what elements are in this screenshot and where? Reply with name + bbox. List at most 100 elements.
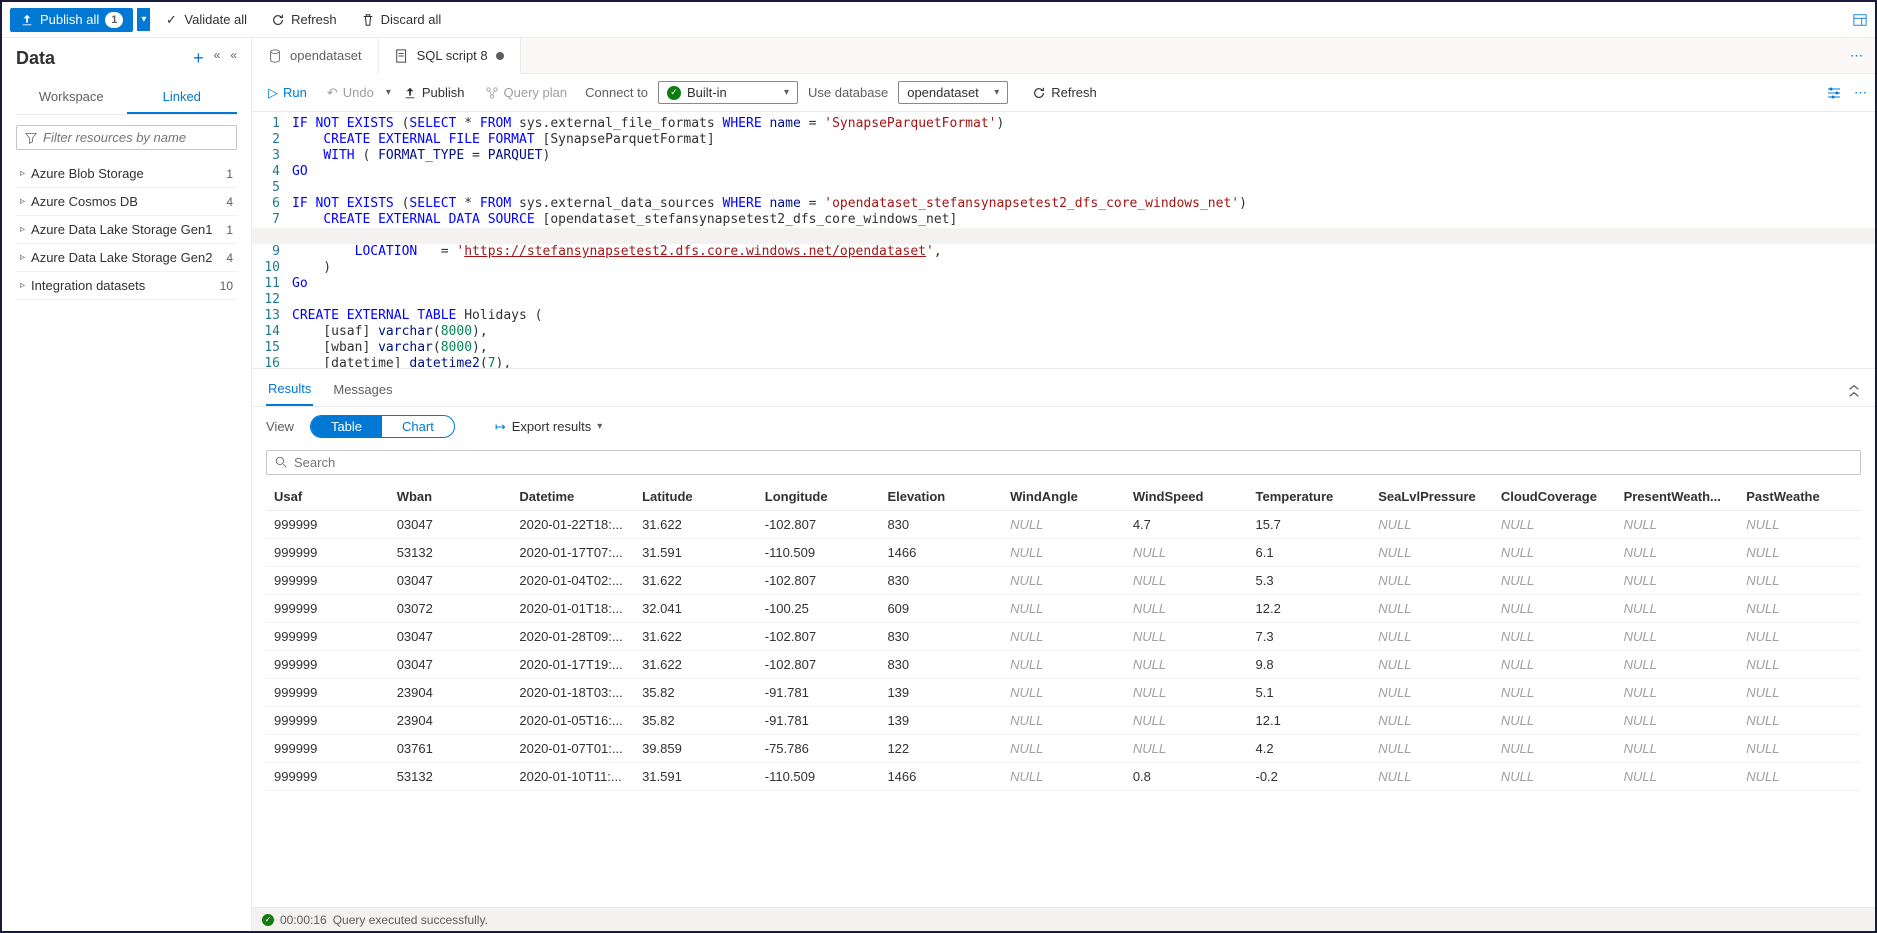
tree-item[interactable]: ▹Azure Cosmos DB4 bbox=[16, 188, 237, 216]
cell-value: 4.7 bbox=[1125, 511, 1248, 539]
table-row[interactable]: 999999030472020-01-28T09:...31.622-102.8… bbox=[266, 623, 1861, 651]
cell-value: 2020-01-22T18:... bbox=[511, 511, 634, 539]
more-icon[interactable]: ⋯ bbox=[1854, 85, 1867, 101]
cell-value: 830 bbox=[879, 511, 1002, 539]
chevron-down-icon: ▾ bbox=[784, 87, 789, 98]
validate-all-label: Validate all bbox=[184, 12, 247, 27]
cell-null: NULL bbox=[1738, 595, 1861, 623]
tab-linked[interactable]: Linked bbox=[127, 81, 238, 114]
undo-button[interactable]: ↶ Undo bbox=[319, 81, 382, 105]
collapse-results-icon[interactable] bbox=[1847, 384, 1861, 398]
tab-sql-script[interactable]: SQL script 8 bbox=[379, 38, 521, 74]
column-header[interactable]: WindAngle bbox=[1002, 483, 1125, 511]
validate-all-button[interactable]: ✓ Validate all bbox=[154, 8, 257, 31]
chevron-down-icon[interactable]: ▾ bbox=[386, 87, 391, 98]
tree-item[interactable]: ▹Integration datasets10 bbox=[16, 272, 237, 300]
success-icon: ✓ bbox=[262, 914, 274, 926]
query-plan-button[interactable]: Query plan bbox=[477, 81, 576, 104]
cell-null: NULL bbox=[1738, 511, 1861, 539]
table-row[interactable]: 999999030472020-01-22T18:...31.622-102.8… bbox=[266, 511, 1861, 539]
cell-value: 2020-01-07T01:... bbox=[511, 735, 634, 763]
results-search-input[interactable] bbox=[294, 455, 1852, 470]
refresh-icon bbox=[271, 13, 285, 27]
column-header[interactable]: CloudCoverage bbox=[1493, 483, 1616, 511]
tab-workspace[interactable]: Workspace bbox=[16, 81, 127, 114]
chevron-down-icon[interactable]: ▾ bbox=[137, 8, 150, 31]
table-row[interactable]: 999999531322020-01-17T07:...31.591-110.5… bbox=[266, 539, 1861, 567]
publish-all-button[interactable]: Publish all 1 bbox=[10, 8, 133, 32]
column-header[interactable]: Temperature bbox=[1248, 483, 1371, 511]
table-row[interactable]: 999999030472020-01-04T02:...31.622-102.8… bbox=[266, 567, 1861, 595]
refresh-button[interactable]: Refresh bbox=[261, 8, 347, 31]
data-sidebar: Data + « « Workspace Linked ▹Azure Blob … bbox=[2, 38, 252, 931]
plus-icon[interactable]: + bbox=[193, 48, 204, 69]
view-chart-option[interactable]: Chart bbox=[382, 416, 454, 437]
chevron-down-icon: ▾ bbox=[597, 421, 602, 432]
cell-value: 5.3 bbox=[1248, 567, 1371, 595]
tree-item-count: 4 bbox=[226, 195, 233, 209]
code-editor[interactable]: 12345678910111213141516 IF NOT EXISTS (S… bbox=[252, 112, 1875, 368]
tree-item[interactable]: ▹Azure Blob Storage1 bbox=[16, 160, 237, 188]
cell-value: 999999 bbox=[266, 623, 389, 651]
table-row[interactable]: 999999531322020-01-10T11:...31.591-110.5… bbox=[266, 763, 1861, 791]
tree-item[interactable]: ▹Azure Data Lake Storage Gen24 bbox=[16, 244, 237, 272]
column-header[interactable]: SeaLvlPressure bbox=[1370, 483, 1493, 511]
column-header[interactable]: Usaf bbox=[266, 483, 389, 511]
messages-tab[interactable]: Messages bbox=[331, 376, 394, 405]
table-row[interactable]: 999999239042020-01-05T16:...35.82-91.781… bbox=[266, 707, 1861, 735]
cell-null: NULL bbox=[1493, 763, 1616, 791]
column-header[interactable]: Wban bbox=[389, 483, 512, 511]
filter-input[interactable] bbox=[43, 130, 228, 145]
column-header[interactable]: Datetime bbox=[511, 483, 634, 511]
tree-item[interactable]: ▹Azure Data Lake Storage Gen11 bbox=[16, 216, 237, 244]
refresh-label: Refresh bbox=[291, 12, 337, 27]
column-header[interactable]: Latitude bbox=[634, 483, 757, 511]
table-row[interactable]: 999999037612020-01-07T01:...39.859-75.78… bbox=[266, 735, 1861, 763]
publish-button[interactable]: Publish bbox=[395, 81, 473, 104]
column-header[interactable]: WindSpeed bbox=[1125, 483, 1248, 511]
collapse-icon[interactable]: « bbox=[230, 48, 237, 69]
column-header[interactable]: Longitude bbox=[757, 483, 880, 511]
cell-value: 39.859 bbox=[634, 735, 757, 763]
results-grid[interactable]: UsafWbanDatetimeLatitudeLongitudeElevati… bbox=[266, 483, 1861, 907]
cell-value: -110.509 bbox=[757, 763, 880, 791]
cell-value: 12.1 bbox=[1248, 707, 1371, 735]
top-toolbar: Publish all 1 ▾ ✓ Validate all Refresh D… bbox=[2, 2, 1875, 38]
tab-opendataset[interactable]: opendataset bbox=[252, 38, 379, 74]
table-row[interactable]: 999999239042020-01-18T03:...35.82-91.781… bbox=[266, 679, 1861, 707]
column-header[interactable]: PresentWeath... bbox=[1616, 483, 1739, 511]
cell-null: NULL bbox=[1370, 679, 1493, 707]
table-row[interactable]: 999999030472020-01-17T19:...31.622-102.8… bbox=[266, 651, 1861, 679]
cell-value: 999999 bbox=[266, 511, 389, 539]
table-row[interactable]: 999999030722020-01-01T18:...32.041-100.2… bbox=[266, 595, 1861, 623]
results-panel: Results Messages View Table Chart ↦ Expo… bbox=[252, 368, 1875, 907]
cell-null: NULL bbox=[1370, 595, 1493, 623]
cell-null: NULL bbox=[1002, 707, 1125, 735]
results-search[interactable] bbox=[266, 450, 1861, 475]
tab-overflow-button[interactable]: ⋯ bbox=[1838, 48, 1875, 64]
run-label: Run bbox=[283, 85, 307, 100]
view-table-option[interactable]: Table bbox=[311, 416, 382, 437]
cell-value: 999999 bbox=[266, 707, 389, 735]
export-results-button[interactable]: ↦ Export results ▾ bbox=[495, 419, 602, 435]
connect-select[interactable]: ✓Built-in ▾ bbox=[658, 81, 798, 104]
run-button[interactable]: ▷ Run bbox=[260, 81, 315, 105]
settings-icon[interactable] bbox=[1826, 85, 1842, 101]
database-select[interactable]: opendataset ▾ bbox=[898, 81, 1008, 104]
cell-null: NULL bbox=[1493, 511, 1616, 539]
double-chevron-icon[interactable]: « bbox=[214, 48, 221, 69]
filter-box[interactable] bbox=[16, 125, 237, 150]
layout-icon[interactable] bbox=[1853, 13, 1867, 27]
tree-item-label: Azure Cosmos DB bbox=[31, 194, 138, 209]
editor-refresh-button[interactable]: Refresh bbox=[1024, 81, 1105, 104]
discard-all-button[interactable]: Discard all bbox=[351, 8, 452, 31]
connect-value: Built-in bbox=[687, 85, 727, 100]
cell-value: 999999 bbox=[266, 763, 389, 791]
results-tab[interactable]: Results bbox=[266, 375, 313, 406]
cell-null: NULL bbox=[1125, 567, 1248, 595]
column-header[interactable]: Elevation bbox=[879, 483, 1002, 511]
cell-null: NULL bbox=[1493, 539, 1616, 567]
column-header[interactable]: PastWeathe bbox=[1738, 483, 1861, 511]
cell-null: NULL bbox=[1616, 707, 1739, 735]
cell-null: NULL bbox=[1616, 679, 1739, 707]
